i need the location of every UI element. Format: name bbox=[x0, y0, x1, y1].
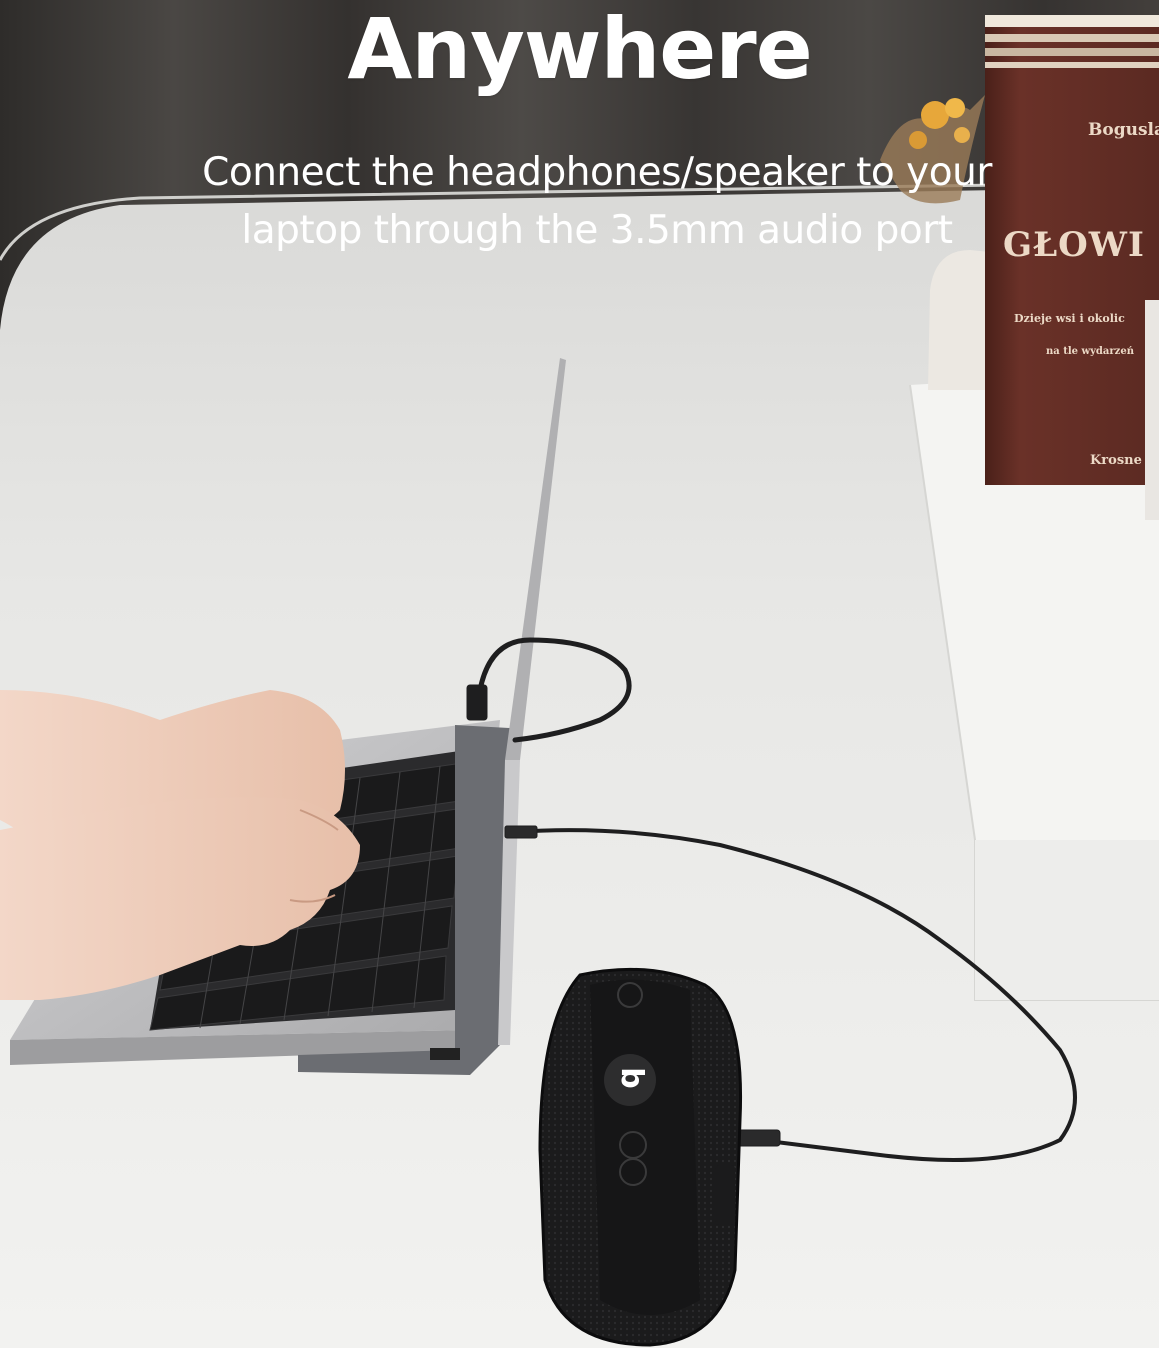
speaker bbox=[538, 967, 743, 1347]
speaker-logo-icon: b bbox=[614, 1067, 649, 1089]
product-scene bbox=[0, 0, 1159, 1348]
subheadline-line-1: Connect the headphones/speaker to your bbox=[202, 150, 992, 195]
book-title: GŁOWI bbox=[1003, 225, 1145, 265]
book-publisher: Krosne bbox=[1090, 453, 1142, 468]
subheadline-line-2: laptop through the 3.5mm audio port bbox=[241, 208, 953, 253]
headline: Anywhere bbox=[347, 0, 812, 98]
book-subtitle-2: na tle wydarzeń bbox=[1046, 346, 1134, 357]
book-subtitle-1: Dzieje wsi i okolic bbox=[1014, 312, 1125, 325]
book-author: Bogusla bbox=[1088, 120, 1159, 140]
